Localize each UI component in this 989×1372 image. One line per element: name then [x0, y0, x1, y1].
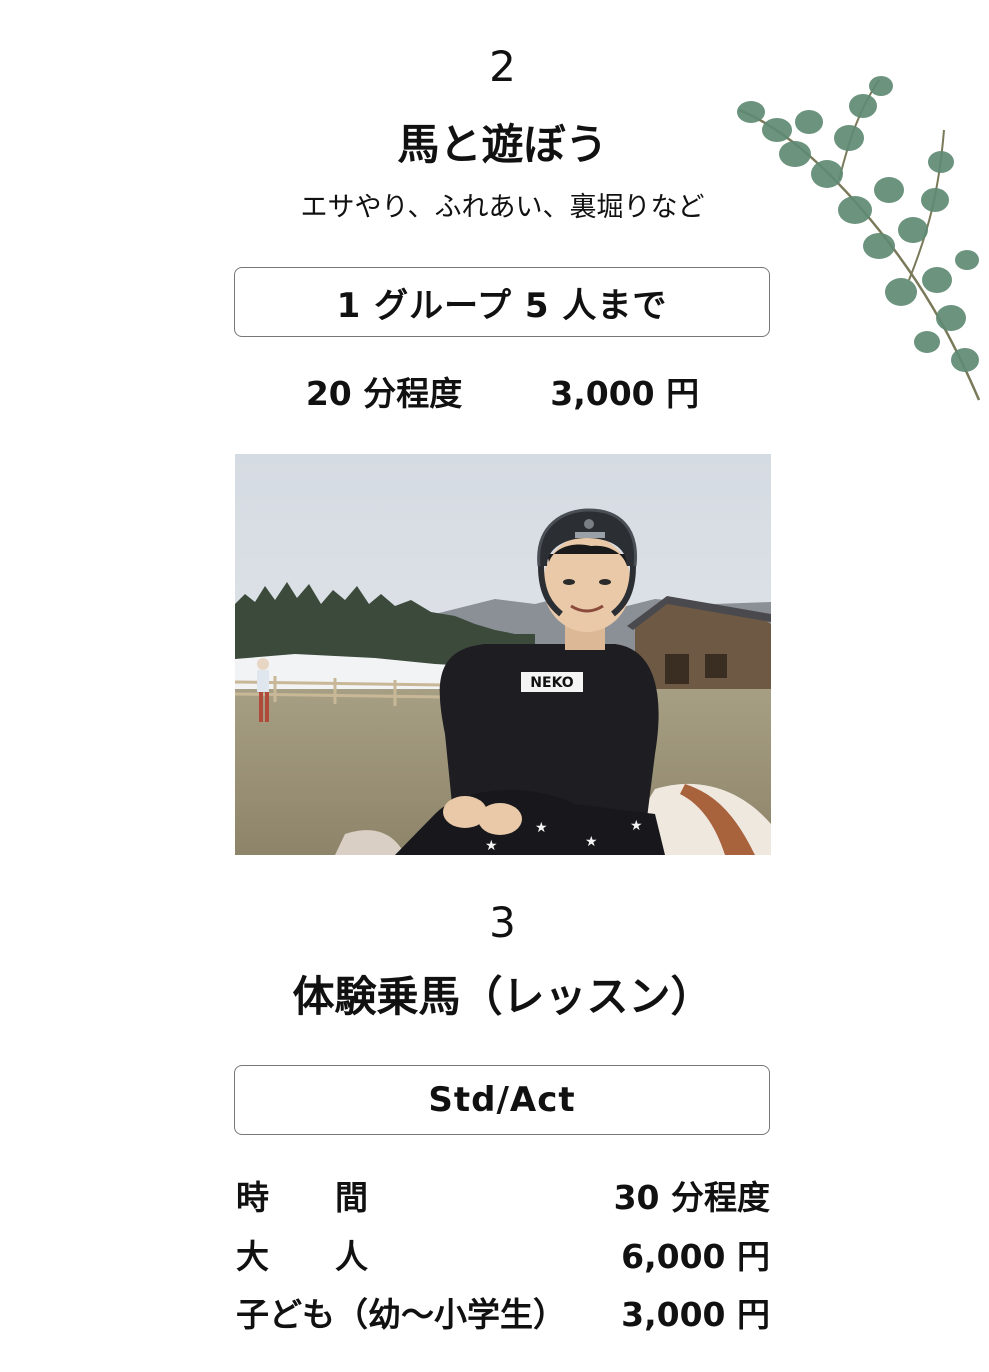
svg-text:★: ★ — [485, 838, 498, 854]
eucalyptus-branch-decoration — [737, 76, 981, 401]
shirt-logo-text: NEKO — [530, 675, 574, 691]
info-value-time: 30 分程度 — [613, 1178, 770, 1217]
info-row-adult: 大 人 6,000 円 — [236, 1240, 770, 1273]
svg-text:★: ★ — [630, 818, 643, 834]
svg-text:★: ★ — [535, 820, 548, 836]
group-size-label: 1 グループ 5 人まで — [336, 285, 668, 326]
info-label-time: 時 間 — [236, 1178, 368, 1217]
info-label-adult: 大 人 — [236, 1237, 368, 1276]
section-2-title: 馬と遊ぼう — [397, 120, 608, 169]
info-value-child: 3,000 円 — [621, 1295, 770, 1334]
child-on-horse-photo: ★ ★ ★ ★ NEKO — [235, 454, 771, 855]
info-row-time: 時 間 30 分程度 — [236, 1181, 770, 1214]
svg-text:★: ★ — [585, 834, 598, 850]
section-2-price-row: 20 分程度 3,000 円 — [0, 377, 989, 410]
section-3-number: 3 — [489, 898, 516, 947]
info-row-child: 子ども（幼～小学生） 3,000 円 — [236, 1298, 770, 1331]
section-2-duration: 20 分程度 — [305, 374, 463, 413]
section-3-level-box: Std/Act — [234, 1065, 770, 1135]
section-2-group-size-box: 1 グループ 5 人まで — [234, 267, 770, 337]
section-3-title: 体験乗馬（レッスン） — [292, 972, 713, 1021]
section-2-subtitle: エサやり、ふれあい、裏堀りなど — [300, 192, 705, 223]
info-label-child: 子ども（幼～小学生） — [236, 1295, 566, 1334]
level-label: Std/Act — [428, 1080, 576, 1120]
section-2-price: 3,000 円 — [550, 374, 700, 413]
section-2-number: 2 — [489, 42, 516, 91]
info-value-adult: 6,000 円 — [621, 1237, 770, 1276]
